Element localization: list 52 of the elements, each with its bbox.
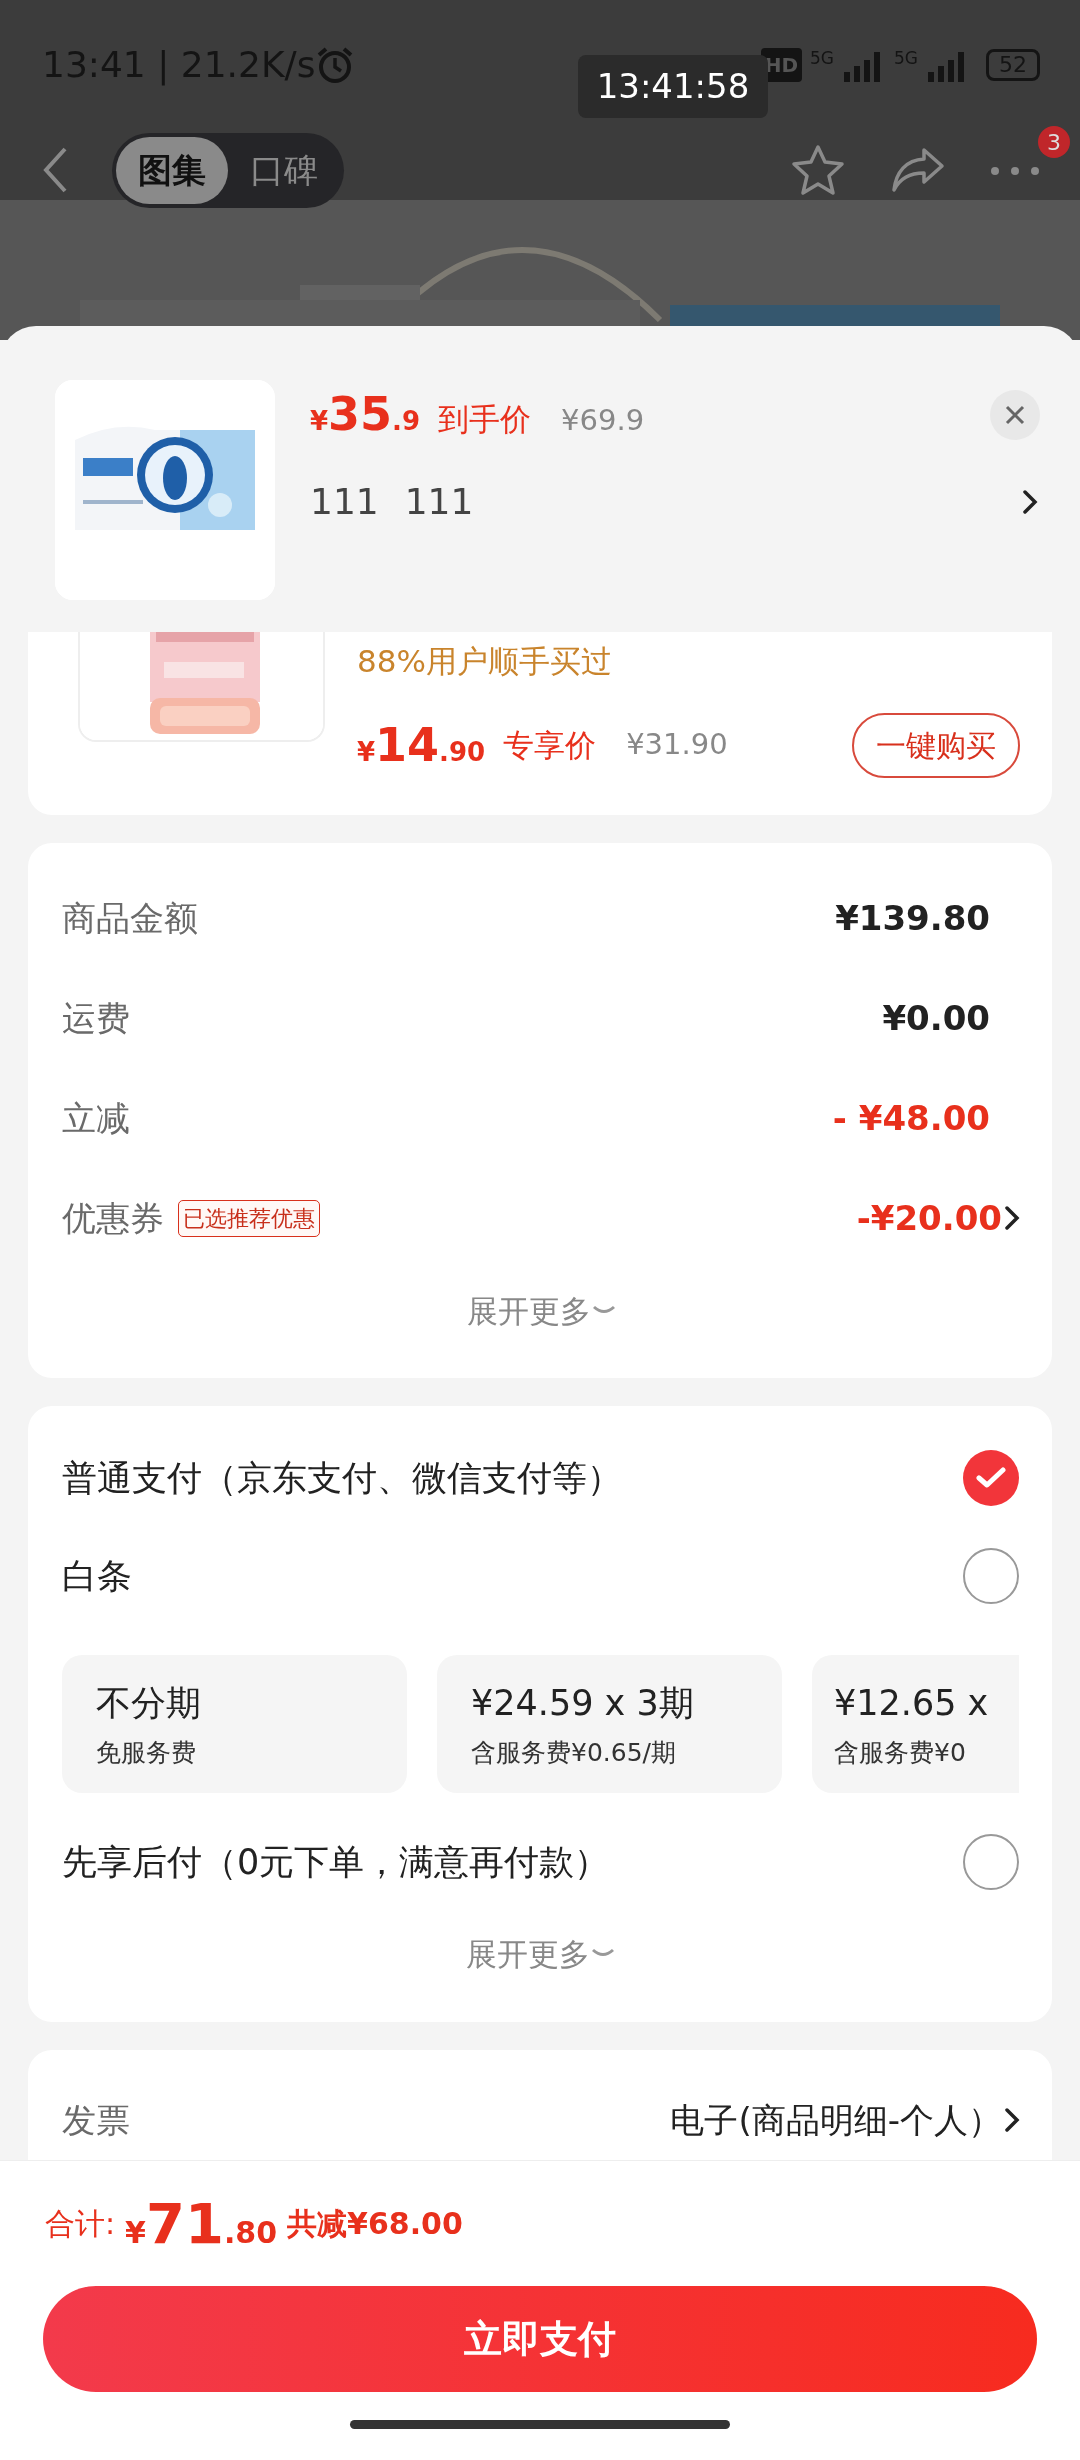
check-icon [976,1466,1006,1490]
row-label: 运费 [62,996,130,1040]
row-label: 优惠券 [62,1196,164,1240]
more-icon[interactable] [990,165,1040,176]
total-amount: ¥71.80 [125,2189,278,2258]
price-label: 到手价 [438,400,532,439]
share-icon[interactable] [890,146,946,194]
payment-option[interactable]: 先享后付（0元下单，满意再付款） [62,1813,1019,1911]
amount: -¥20.00 [856,1196,1002,1240]
installment-option[interactable]: 不分期 免服务费 [62,1655,407,1793]
plan-note: 含服务费¥0.65/期 [471,1736,677,1769]
checked-radio[interactable] [963,1450,1019,1506]
spec-text: 111 [310,480,379,524]
original-price: ¥69.9 [561,402,645,439]
screenshot-time: 13:41:58 [578,55,768,118]
radio-button[interactable] [963,1834,1019,1890]
buy-button[interactable]: 一键购买 [852,712,1020,778]
plan-title: ¥24.59 x 3期 [471,1682,695,1725]
promo-note: 88%用户顺手买过 [357,642,613,681]
row-label: 立减 [62,1096,130,1140]
close-icon [1004,403,1026,426]
chevron-icon [1002,2105,1022,2135]
plan-note: 免服务费 [96,1736,197,1769]
pay-button[interactable]: 立即支付 [43,2286,1037,2392]
price-text: ¥14.90 [357,716,486,774]
star-icon[interactable] [790,143,846,197]
amount: ¥0.00 [882,996,990,1040]
payment-option[interactable]: 普通支付（京东支付、微信支付等） [62,1429,1019,1527]
payment-option[interactable]: 白条 [62,1527,1019,1625]
installment-option[interactable]: ¥12.65 x 含服务费¥0 [812,1655,1019,1793]
invoice-row[interactable]: 发票 电子(商品明细-个人） [62,2050,1022,2160]
saved-amount: 共减¥68.00 [287,2205,463,2243]
total-label: 合计: [45,2205,116,2243]
plan-title: ¥12.65 x [834,1682,990,1725]
expand-link[interactable]: 展开更多 [62,1278,1022,1344]
tag: 已选推荐优惠 [178,1199,320,1237]
price-label: 专享价 [503,725,597,765]
tab[interactable]: 口碑 [228,136,340,204]
tab[interactable]: 图集 [116,136,228,204]
plan-note: 含服务费¥0 [834,1736,967,1769]
row-label: 商品金额 [62,896,198,940]
amount: - ¥48.00 [832,1096,990,1140]
installment-option[interactable]: ¥24.59 x 3期 含服务费¥0.65/期 [437,1655,782,1793]
price-text: ¥35.9 [310,386,421,443]
spec-text: 111 [404,480,474,524]
expand-link[interactable]: 展开更多 [62,1921,1019,1987]
chevron-icon [1020,487,1040,517]
close-button[interactable] [990,389,1040,440]
plan-title: 不分期 [96,1682,202,1725]
radio-button[interactable] [963,1548,1019,1604]
original-price: ¥31.90 [626,726,728,764]
amount: ¥139.80 [835,896,990,940]
